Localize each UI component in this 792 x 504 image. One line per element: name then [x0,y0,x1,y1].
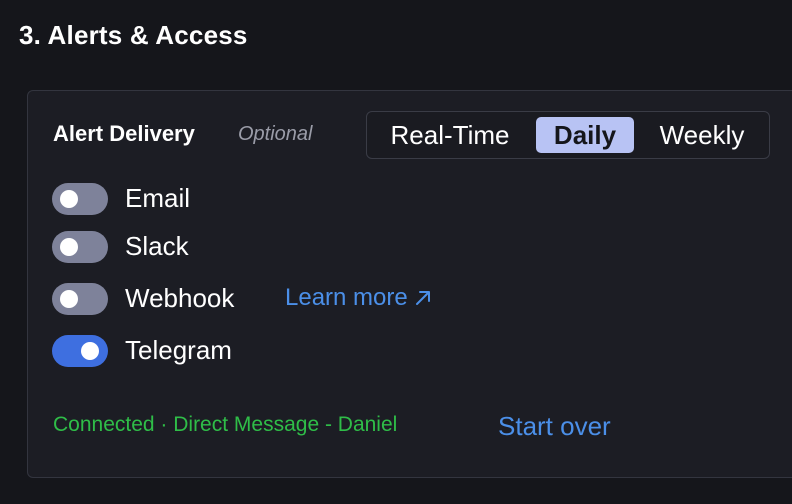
alert-delivery-card: Alert Delivery Optional Real-Time Daily … [27,90,792,478]
webhook-toggle[interactable] [52,283,108,315]
alert-delivery-title: Alert Delivery [53,121,195,146]
email-toggle[interactable] [52,183,108,215]
learn-more-link[interactable]: Learn more [285,282,432,316]
webhook-label: Webhook [125,283,235,313]
toggle-knob [60,190,78,208]
email-label: Email [125,183,191,213]
frequency-option-daily[interactable]: Daily [536,117,634,153]
start-over-button[interactable]: Start over [498,411,611,442]
slack-toggle[interactable] [52,231,108,263]
optional-label: Optional [238,123,313,145]
learn-more-label: Learn more [285,284,408,311]
external-link-arrow-icon [414,284,432,316]
page: 3. Alerts & Access Alert Delivery Option… [0,0,792,504]
slack-label: Slack [125,231,189,261]
section-title: 3. Alerts & Access [19,20,248,50]
telegram-toggle[interactable] [52,335,108,367]
connection-status: Connected · Direct Message - Daniel [53,413,398,436]
frequency-option-real-time[interactable]: Real-Time [379,117,521,153]
toggle-knob [60,290,78,308]
toggle-knob [81,342,99,360]
telegram-label: Telegram [125,335,232,365]
toggle-knob [60,238,78,256]
frequency-segmented-control: Real-Time Daily Weekly [366,111,770,159]
frequency-option-weekly[interactable]: Weekly [647,117,757,153]
